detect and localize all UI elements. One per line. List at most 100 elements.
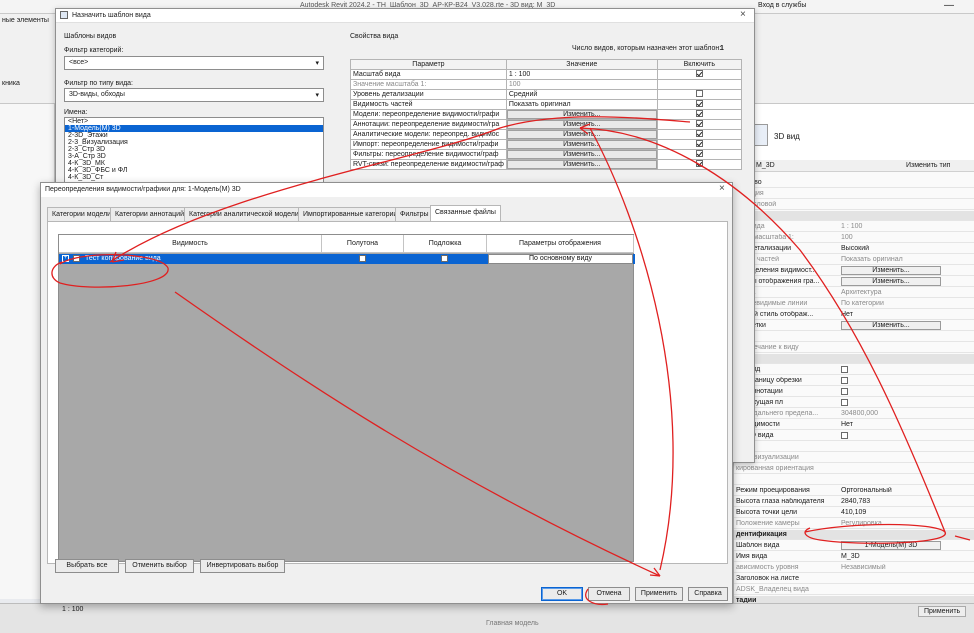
include-checkbox[interactable] [695, 150, 703, 157]
tab-filters[interactable]: Фильтры [395, 207, 434, 221]
param-value[interactable]: Средний [509, 91, 537, 98]
scale-readout[interactable]: 1 : 100 [62, 606, 83, 613]
list-item[interactable]: 2-3_Визуализация [65, 139, 323, 146]
include-checkbox[interactable] [695, 100, 703, 107]
chevron-down-icon: ▾ [315, 92, 319, 99]
column-header-underlay[interactable]: Подложка [404, 235, 487, 253]
list-item[interactable]: 2-3D_Этажи [65, 132, 323, 139]
minimize-icon[interactable]: — [944, 0, 954, 11]
table-row: Масштаб вида 1 : 100 [350, 69, 743, 80]
property-edit-button[interactable]: Изменить... [841, 321, 941, 330]
tab-analytical-categories[interactable]: Категории аналитической модели [184, 207, 304, 221]
table-row: Фильтры: переопределение видимости/граф И… [350, 149, 743, 160]
property-value[interactable]: Архитектура [841, 289, 941, 296]
param-value[interactable]: 100 [509, 81, 521, 88]
list-item[interactable]: 4-К_3D_МК [65, 160, 323, 167]
column-header-visibility[interactable]: Видимость [59, 235, 322, 253]
edit-button[interactable]: Изменить... [507, 140, 657, 149]
include-checkbox[interactable] [695, 130, 703, 137]
visibility-checkbox[interactable] [73, 255, 80, 262]
halftone-checkbox[interactable] [359, 255, 366, 262]
expand-icon[interactable]: + [62, 255, 69, 262]
include-checkbox[interactable] [695, 140, 703, 147]
property-checkbox[interactable] [841, 366, 848, 373]
select-all-button[interactable]: Выбрать все [55, 559, 119, 573]
param-value[interactable]: 1 : 100 [509, 71, 530, 78]
help-button[interactable]: Справка [688, 587, 728, 601]
property-checkbox[interactable] [841, 377, 848, 384]
list-item[interactable]: 1-Модель(М) 3D [65, 125, 323, 132]
include-checkbox[interactable] [695, 160, 703, 167]
view-properties-table: Параметр Значение Включить Масштаб вида 1… [350, 59, 743, 170]
cancel-button[interactable]: Отмена [588, 587, 630, 601]
param-value-cell: Изменить... [505, 159, 658, 170]
property-value[interactable]: Нет [841, 311, 941, 318]
field-label: Фильтр по типу вида: [64, 80, 133, 87]
edit-button[interactable]: Изменить... [507, 110, 657, 119]
tab-imported-categories[interactable]: Импортированные категории [298, 207, 403, 221]
table-row: Аннотации: переопределение видимости/гра… [350, 119, 743, 130]
column-header: Значение [505, 59, 658, 70]
tab-model-categories[interactable]: Категории модели [47, 207, 117, 221]
close-icon[interactable]: × [740, 9, 746, 20]
property-value[interactable]: 2840,783 [841, 498, 941, 505]
include-checkbox[interactable] [695, 90, 703, 97]
list-item[interactable]: 4-К_3D_ФБС и ФЛ [65, 167, 323, 174]
apply-properties-button[interactable]: Применить [918, 606, 967, 617]
include-checkbox[interactable] [695, 110, 703, 117]
list-item[interactable]: 4-К_3D_Ст [65, 174, 323, 181]
list-item[interactable]: 3-А_Стр 3D [65, 153, 323, 160]
property-value[interactable]: 1 : 100 [841, 223, 941, 230]
property-value[interactable]: По категории [841, 300, 941, 307]
list-item[interactable]: 2-3_Стр 3D [65, 146, 323, 153]
property-edit-button[interactable]: 1-Модель(М) 3D [841, 541, 941, 550]
property-checkbox[interactable] [841, 399, 848, 406]
property-value[interactable]: 304800,000 [841, 410, 941, 417]
include-checkbox[interactable] [695, 120, 703, 127]
category-filter-select[interactable]: <все> ▾ [64, 56, 324, 70]
property-edit-button[interactable]: Изменить... [841, 277, 941, 286]
ok-button[interactable]: OK [541, 587, 583, 601]
property-value[interactable]: Высокий [841, 245, 941, 252]
property-value[interactable]: Нет [841, 421, 941, 428]
property-edit-button[interactable]: Изменить... [841, 266, 941, 275]
include-checkbox[interactable] [695, 70, 703, 77]
close-icon[interactable]: × [719, 183, 725, 194]
property-value[interactable]: М_3D [841, 553, 941, 560]
tab-linked-files[interactable]: Связанные файлы [430, 205, 501, 221]
sign-in-link[interactable]: Вход в службы [758, 2, 806, 9]
view-name-selector[interactable]: М_3D [756, 162, 775, 169]
property-value[interactable]: Регулировка [841, 520, 941, 527]
display-settings-button[interactable]: По основному виду [488, 254, 633, 264]
apply-button[interactable]: Применить [635, 587, 683, 601]
property-label: Имя вида [736, 553, 768, 560]
edit-button[interactable]: Изменить... [507, 160, 657, 169]
property-checkbox[interactable] [841, 388, 848, 395]
view-type-filter-select[interactable]: 3D-виды, обходы ▾ [64, 88, 324, 102]
property-row: ение дальнего предела... 304800,000 [734, 409, 974, 419]
property-value[interactable]: 100 [841, 234, 941, 241]
table-row[interactable]: + Тест копирование вида По основному вид… [59, 254, 635, 264]
edit-button[interactable]: Изменить... [507, 120, 657, 129]
property-value[interactable]: Ортогональный [841, 487, 941, 494]
param-name: Фильтры: переопределение видимости/граф [350, 149, 507, 160]
underlay-checkbox[interactable] [441, 255, 448, 262]
param-value[interactable]: Показать оригинал [509, 101, 571, 108]
column-header-display-settings[interactable]: Параметры отображения [487, 235, 634, 253]
property-label: Положение камеры [736, 520, 800, 527]
invert-selection-button[interactable]: Инвертировать выбор [200, 559, 285, 573]
edit-button[interactable]: Изменить... [507, 150, 657, 159]
property-value[interactable]: 410,109 [841, 509, 941, 516]
property-value[interactable]: Показать оригинал [841, 256, 941, 263]
list-item[interactable]: <Нет> [65, 118, 323, 125]
tab-annotation-categories[interactable]: Категории аннотаций [110, 207, 190, 221]
column-header-halftone[interactable]: Полутона [322, 235, 404, 253]
property-checkbox[interactable] [841, 432, 848, 439]
edit-button[interactable]: Изменить... [507, 130, 657, 139]
type-selector[interactable]: 3D вид [734, 104, 974, 164]
table-row: RVT-связи: переопределение видимости/гра… [350, 159, 743, 170]
property-value[interactable]: Независимый [841, 564, 941, 571]
include-cell [656, 129, 743, 140]
deselect-all-button[interactable]: Отменить выбор [125, 559, 194, 573]
edit-type-button[interactable]: Изменить тип [906, 162, 950, 169]
